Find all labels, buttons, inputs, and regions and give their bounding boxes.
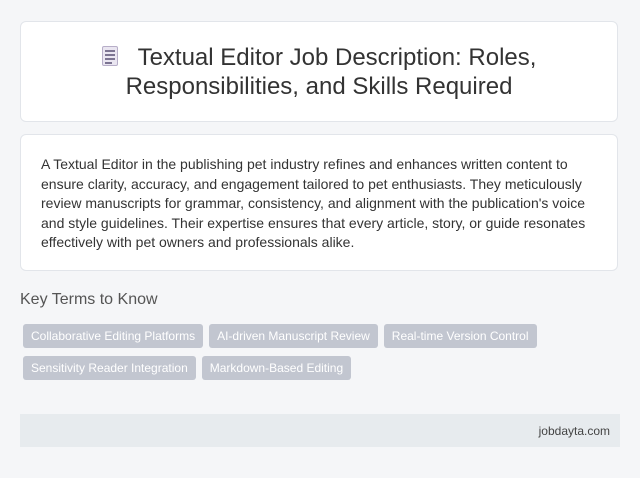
title-card: Textual Editor Job Description: Roles, R… — [20, 21, 618, 122]
description-text: A Textual Editor in the publishing pet i… — [41, 156, 586, 251]
key-terms-list: Collaborative Editing Platforms AI-drive… — [20, 324, 580, 388]
page-title-text: Textual Editor Job Description: Roles, R… — [125, 43, 537, 100]
key-term-tag[interactable]: Real-time Version Control — [383, 324, 537, 348]
document-icon — [101, 45, 118, 66]
key-term-tag[interactable]: AI-driven Manuscript Review — [209, 324, 378, 348]
page-title: Textual Editor Job Description: Roles, R… — [61, 43, 577, 101]
footer: jobdayta.com — [20, 414, 620, 447]
key-term-tag[interactable]: Markdown-Based Editing — [201, 356, 352, 380]
key-term-tag[interactable]: Sensitivity Reader Integration — [23, 356, 196, 380]
description-card: A Textual Editor in the publishing pet i… — [20, 134, 618, 271]
footer-site-link[interactable]: jobdayta.com — [539, 424, 610, 438]
key-terms-heading: Key Terms to Know — [20, 291, 158, 308]
key-term-tag[interactable]: Collaborative Editing Platforms — [23, 324, 204, 348]
